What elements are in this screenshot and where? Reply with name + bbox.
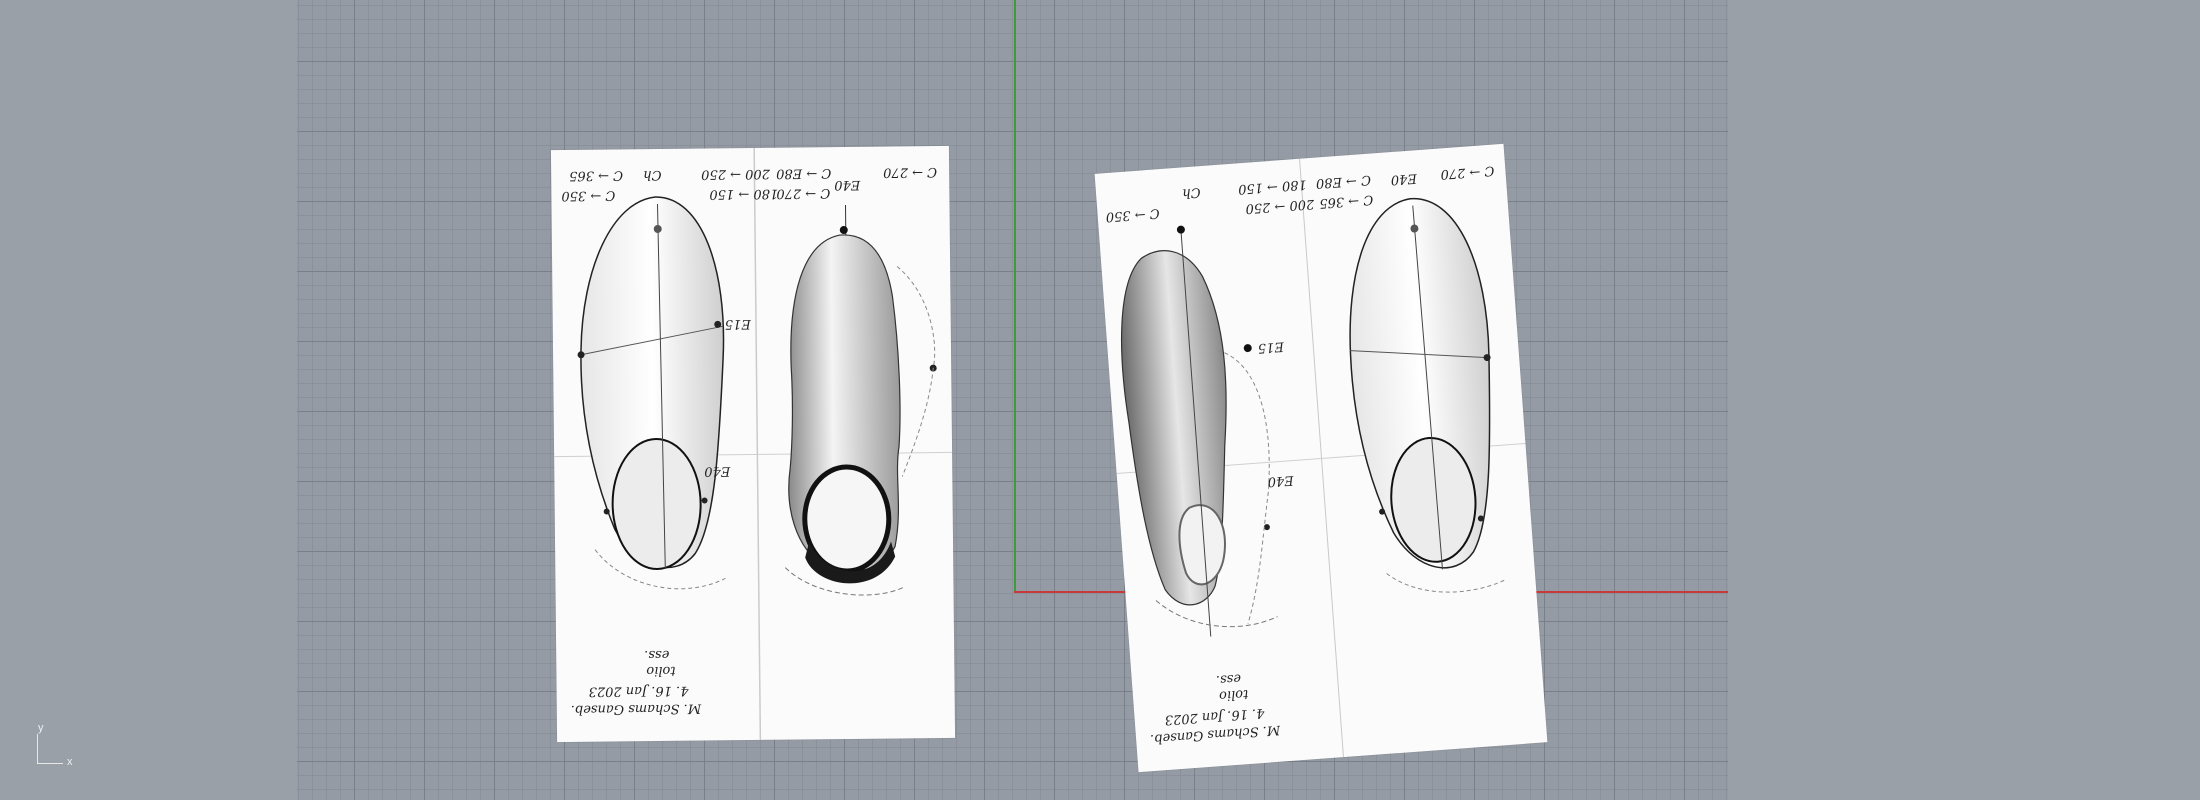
gizmo-y-line — [37, 734, 38, 764]
note-e40: E40 — [1390, 170, 1418, 188]
note-c-270-b: C → 270 — [883, 164, 938, 180]
3d-viewport[interactable]: C → 350 C → 365 Ch 200 → 250 180 → 150 C… — [0, 0, 2200, 800]
note-c-e80: C → E80 — [776, 165, 832, 181]
y-axis-line — [1014, 0, 1016, 592]
shoe-last-drawings — [1120, 198, 1506, 637]
note-ch: Ch — [643, 166, 662, 183]
signature-extra: ess. — [644, 646, 670, 663]
note-e40-mid: E40 — [1267, 472, 1295, 489]
axis-gizmo: y x — [34, 722, 84, 768]
right-scan-sheet[interactable]: C → 350 Ch 180 → 150 200 → 250 C → E80 C… — [1094, 143, 1548, 773]
note-e15: E15 — [724, 316, 751, 332]
shoe-last-drawings — [577, 147, 937, 740]
note-b: 180 → 150 — [709, 185, 779, 202]
signature-note: tolio — [646, 662, 676, 679]
signature-note: tolio — [1218, 685, 1249, 704]
signature-name: M. Schams Ganseb. — [570, 700, 702, 717]
note-e15: E15 — [1257, 338, 1285, 356]
left-scan-sheet[interactable]: C → 350 C → 365 Ch 200 → 250 180 → 150 C… — [550, 145, 956, 743]
note-c-350: C → 350 — [561, 187, 616, 203]
note-c-270: C → 270 — [776, 185, 831, 201]
y-axis-label: y — [38, 722, 44, 734]
note-e40: E40 — [834, 176, 861, 193]
gizmo-x-line — [37, 763, 63, 764]
note-e40-mid: E40 — [704, 463, 731, 479]
signature-date: 4. 16. Jan 2023 — [588, 682, 689, 699]
note-ch: Ch — [1181, 184, 1202, 201]
note-a: 200 → 250 — [701, 165, 771, 182]
x-axis-label: x — [67, 756, 73, 768]
signature-extra: ess. — [1215, 670, 1242, 688]
note-c-365: C → 365 — [569, 167, 624, 183]
